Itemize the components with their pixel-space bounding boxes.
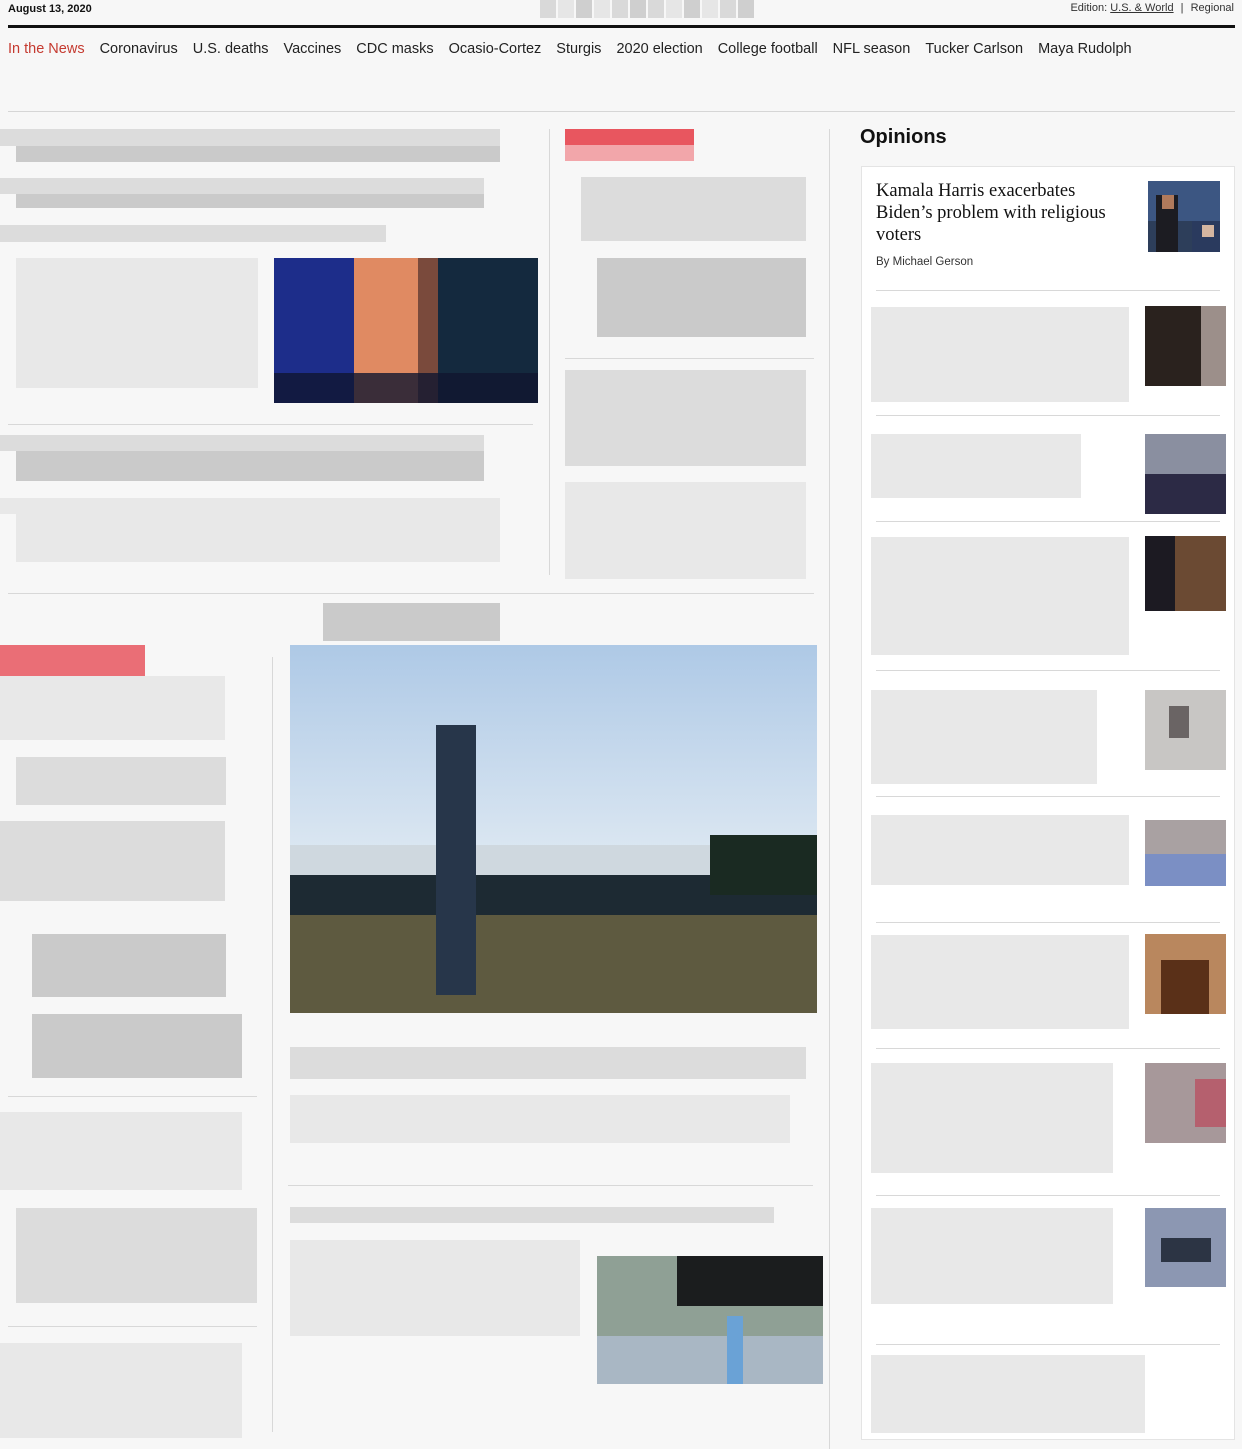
section-kicker-blurred[interactable] xyxy=(565,145,694,161)
in-the-news-nav: In the News Coronavirus U.S. deaths Vacc… xyxy=(8,41,1132,57)
opinion-thumbnail[interactable] xyxy=(1145,934,1226,1014)
nav-item-maya-rudolph[interactable]: Maya Rudolph xyxy=(1038,41,1132,57)
opinion-thumbnail[interactable] xyxy=(1145,1208,1226,1287)
opinion-divider xyxy=(876,670,1220,671)
nav-item-cdc-masks[interactable]: CDC masks xyxy=(356,41,433,57)
opinion-item-blurred[interactable] xyxy=(871,935,1129,1029)
story-headline-blurred[interactable] xyxy=(290,1207,774,1223)
feature-headline-blurred[interactable] xyxy=(290,1047,806,1079)
column-divider xyxy=(829,129,830,1449)
opinion-item-blurred[interactable] xyxy=(871,815,1129,885)
opinion-feature-thumbnail[interactable] xyxy=(1148,181,1220,252)
feature-story-image[interactable] xyxy=(290,645,817,1013)
nav-item-tucker-carlson[interactable]: Tucker Carlson xyxy=(925,41,1023,57)
opinion-item-blurred[interactable] xyxy=(871,434,1081,498)
story-headline-blurred[interactable] xyxy=(0,1343,242,1438)
section-label-blurred[interactable] xyxy=(323,603,500,641)
story-link-blurred[interactable] xyxy=(32,934,226,997)
lead-headline-blurred[interactable] xyxy=(16,194,484,208)
site-logo[interactable] xyxy=(540,0,754,18)
page-date: August 13, 2020 xyxy=(8,3,92,15)
edition-separator: | xyxy=(1180,2,1184,14)
secondary-headline-blurred[interactable] xyxy=(16,451,484,481)
nav-item-nfl-season[interactable]: NFL season xyxy=(833,41,911,57)
story-summary-blurred xyxy=(0,821,225,901)
nav-item-2020-election[interactable]: 2020 election xyxy=(616,41,702,57)
column-divider xyxy=(272,657,273,1432)
story-summary-blurred xyxy=(16,1208,257,1303)
opinion-thumbnail[interactable] xyxy=(1145,306,1226,386)
opinion-feature-byline[interactable]: By Michael Gerson xyxy=(876,256,973,268)
opinion-divider xyxy=(876,1048,1220,1049)
lead-summary-blurred xyxy=(16,258,258,388)
lead-headline-blurred[interactable] xyxy=(0,178,484,194)
opinion-divider xyxy=(876,1195,1220,1196)
section-kicker-blurred[interactable] xyxy=(0,645,145,676)
opinion-thumbnail[interactable] xyxy=(1145,434,1226,514)
story-link-blurred[interactable] xyxy=(32,1014,242,1078)
feature-summary-blurred xyxy=(290,1095,790,1143)
story-thumbnail[interactable] xyxy=(597,1256,823,1384)
story-headline-blurred[interactable] xyxy=(597,258,806,337)
opinion-divider xyxy=(876,290,1220,291)
story-headline-blurred[interactable] xyxy=(581,177,806,241)
story-summary-blurred xyxy=(290,1240,580,1336)
story-divider xyxy=(565,358,814,359)
edition-label: Edition: xyxy=(1070,2,1108,14)
nav-item-sturgis[interactable]: Sturgis xyxy=(556,41,601,57)
opinion-divider xyxy=(876,796,1220,797)
opinion-item-blurred[interactable] xyxy=(871,537,1129,655)
column-divider xyxy=(549,129,550,575)
header-rule xyxy=(8,25,1235,28)
edition-us-world-link[interactable]: U.S. & World xyxy=(1110,2,1173,14)
opinions-section-title[interactable]: Opinions xyxy=(860,126,947,149)
story-headline-blurred[interactable] xyxy=(565,370,806,466)
nav-item-us-deaths[interactable]: U.S. deaths xyxy=(193,41,269,57)
nav-item-vaccines[interactable]: Vaccines xyxy=(284,41,342,57)
opinion-thumbnail[interactable] xyxy=(1145,536,1226,611)
edition-selector: Edition: U.S. & World | Regional xyxy=(1070,2,1234,14)
story-divider xyxy=(8,1326,257,1327)
opinion-divider xyxy=(876,521,1220,522)
section-kicker-blurred[interactable] xyxy=(565,129,694,145)
opinion-thumbnail[interactable] xyxy=(1145,1063,1226,1143)
opinion-feature-headline[interactable]: Kamala Harris exacerbates Biden’s proble… xyxy=(876,180,1134,246)
nav-item-in-the-news[interactable]: In the News xyxy=(8,41,85,57)
story-divider xyxy=(8,424,533,425)
opinion-thumbnail[interactable] xyxy=(1145,820,1226,886)
story-summary-blurred xyxy=(565,482,806,579)
opinion-item-blurred[interactable] xyxy=(871,690,1097,784)
story-headline-blurred[interactable] xyxy=(16,757,226,805)
lead-story-image[interactable] xyxy=(274,258,538,403)
secondary-summary-blurred xyxy=(16,514,500,562)
nav-item-college-football[interactable]: College football xyxy=(718,41,818,57)
opinion-item-blurred[interactable] xyxy=(871,1063,1113,1173)
secondary-headline-blurred[interactable] xyxy=(0,435,484,451)
nav-divider xyxy=(8,111,1235,112)
secondary-summary-blurred xyxy=(0,498,500,514)
story-headline-blurred[interactable] xyxy=(0,1112,242,1190)
opinion-item-blurred[interactable] xyxy=(871,307,1129,402)
nav-item-coronavirus[interactable]: Coronavirus xyxy=(100,41,178,57)
section-divider xyxy=(8,593,814,594)
lead-headline-blurred[interactable] xyxy=(0,129,500,146)
story-headline-blurred[interactable] xyxy=(0,676,225,740)
opinion-divider xyxy=(876,1344,1220,1345)
opinion-item-blurred[interactable] xyxy=(871,1355,1145,1433)
story-divider xyxy=(288,1185,813,1186)
opinion-divider xyxy=(876,922,1220,923)
story-divider xyxy=(8,1096,257,1097)
edition-regional-link[interactable]: Regional xyxy=(1191,2,1234,14)
opinion-thumbnail[interactable] xyxy=(1145,690,1226,770)
lead-headline-blurred[interactable] xyxy=(0,225,386,242)
lead-headline-blurred[interactable] xyxy=(16,146,500,162)
opinion-divider xyxy=(876,415,1220,416)
nav-item-ocasio-cortez[interactable]: Ocasio-Cortez xyxy=(449,41,542,57)
opinion-item-blurred[interactable] xyxy=(871,1208,1113,1304)
